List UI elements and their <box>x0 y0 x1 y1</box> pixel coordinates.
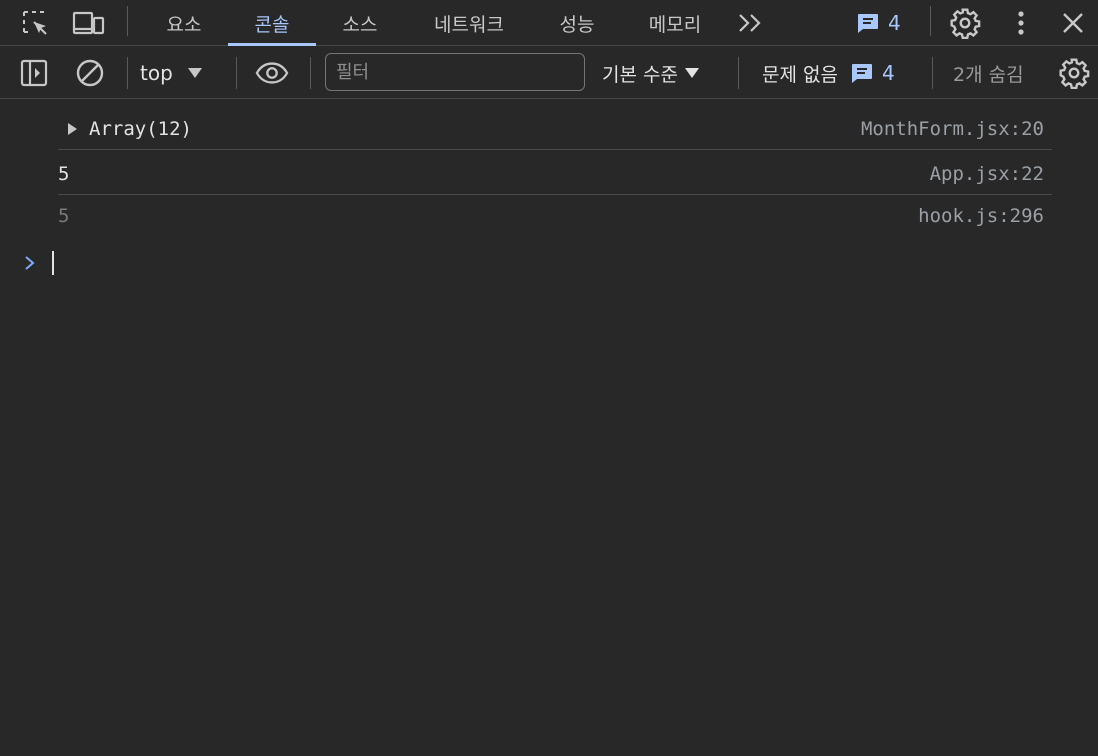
filter-input[interactable] <box>325 53 585 91</box>
console-message[interactable]: Array(12) MonthForm.jsx:20 <box>58 108 1052 150</box>
divider <box>930 6 931 36</box>
message-icon <box>851 64 872 83</box>
message-text: 5 <box>58 163 70 185</box>
tab-elements[interactable]: 요소 <box>145 0 223 46</box>
divider <box>236 57 237 89</box>
tab-memory[interactable]: 메모리 <box>626 0 724 46</box>
settings-gear-icon[interactable] <box>948 6 982 40</box>
divider <box>932 57 933 89</box>
issues-label: 문제 없음 <box>762 63 838 86</box>
inspect-element-icon[interactable] <box>18 6 52 40</box>
clear-console-icon[interactable] <box>73 56 107 90</box>
prompt-chevron-icon <box>25 256 35 270</box>
tab-label: 요소 <box>166 13 202 36</box>
console-settings-gear-icon[interactable] <box>1057 56 1091 90</box>
divider <box>127 57 128 89</box>
message-text[interactable]: Array(12) <box>89 118 192 140</box>
tab-label: 성능 <box>559 13 595 36</box>
divider <box>738 57 739 89</box>
tab-label: 메모리 <box>648 13 702 36</box>
message-count: 4 <box>888 11 901 35</box>
tab-label: 네트워크 <box>434 13 504 36</box>
text-cursor <box>52 251 54 275</box>
source-link[interactable]: MonthForm.jsx:20 <box>861 118 1044 140</box>
caret-down-icon <box>187 68 202 78</box>
tab-console[interactable]: 콘솔 <box>228 0 316 46</box>
divider <box>127 6 128 36</box>
log-level-label: 기본 수준 <box>602 63 678 86</box>
hidden-count-label: 2개 숨김 <box>953 63 1024 86</box>
hidden-messages-count: 2개 숨김 <box>953 56 1024 90</box>
tab-performance[interactable]: 성능 <box>538 0 616 46</box>
close-icon[interactable] <box>1056 6 1090 40</box>
tab-sources[interactable]: 소스 <box>320 0 400 46</box>
console-prompt[interactable] <box>24 250 54 276</box>
device-toolbar-icon[interactable] <box>72 6 106 40</box>
tab-label: 콘솔 <box>254 13 290 36</box>
more-options-kebab-icon[interactable] <box>1004 6 1038 40</box>
issues-count-badge: 4 <box>850 61 895 85</box>
show-sidebar-icon[interactable] <box>17 56 51 90</box>
live-expression-eye-icon[interactable] <box>255 56 289 90</box>
devtools-tab-bar: 요소 콘솔 소스 네트워크 성능 메모리 4 <box>0 0 1098 46</box>
console-output: Array(12) MonthForm.jsx:20 5 App.jsx:22 … <box>0 100 1098 756</box>
console-messages-badge[interactable]: 4 <box>856 6 901 40</box>
caret-down-icon <box>684 68 699 78</box>
divider <box>310 57 311 89</box>
tab-label: 소스 <box>342 13 378 36</box>
message-icon <box>858 14 878 33</box>
context-label: top <box>140 61 173 85</box>
javascript-context-select[interactable]: top <box>140 56 203 90</box>
issues-count: 4 <box>881 61 895 85</box>
source-link[interactable]: App.jsx:22 <box>930 163 1044 185</box>
log-level-select[interactable]: 기본 수준 <box>602 56 700 90</box>
console-message[interactable]: 5 App.jsx:22 <box>58 153 1052 195</box>
source-link[interactable]: hook.js:296 <box>918 205 1044 227</box>
issues-button[interactable]: 문제 없음 4 <box>762 56 895 90</box>
console-toolbar: top 기본 수준 문제 없음 4 2개 숨김 <box>0 47 1098 99</box>
message-text: 5 <box>58 205 70 227</box>
more-tabs-chevron-icon[interactable] <box>734 6 768 40</box>
console-message[interactable]: 5 hook.js:296 <box>58 195 1052 237</box>
expand-triangle-icon[interactable] <box>68 123 77 135</box>
tab-network[interactable]: 네트워크 <box>410 0 528 46</box>
